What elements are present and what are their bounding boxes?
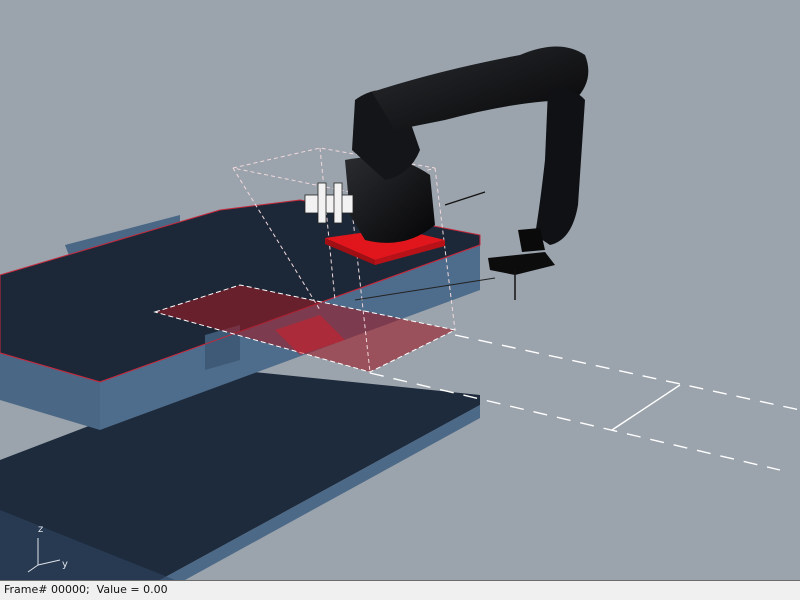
robot-cell-scene[interactable] [0,0,800,580]
guide-cross [611,384,681,431]
3d-viewport[interactable]: z y [0,0,800,580]
robot-forearm [535,88,585,245]
status-bar: Frame# 00000; Value = 0.00 [0,580,800,600]
robot-tool-flange [488,252,555,275]
frame-status-text: Frame# 00000; Value = 0.00 [4,583,168,596]
axis-label-y: y [62,559,68,570]
dashed-guide-upper [454,334,800,411]
axis-label-z: z [38,524,44,535]
